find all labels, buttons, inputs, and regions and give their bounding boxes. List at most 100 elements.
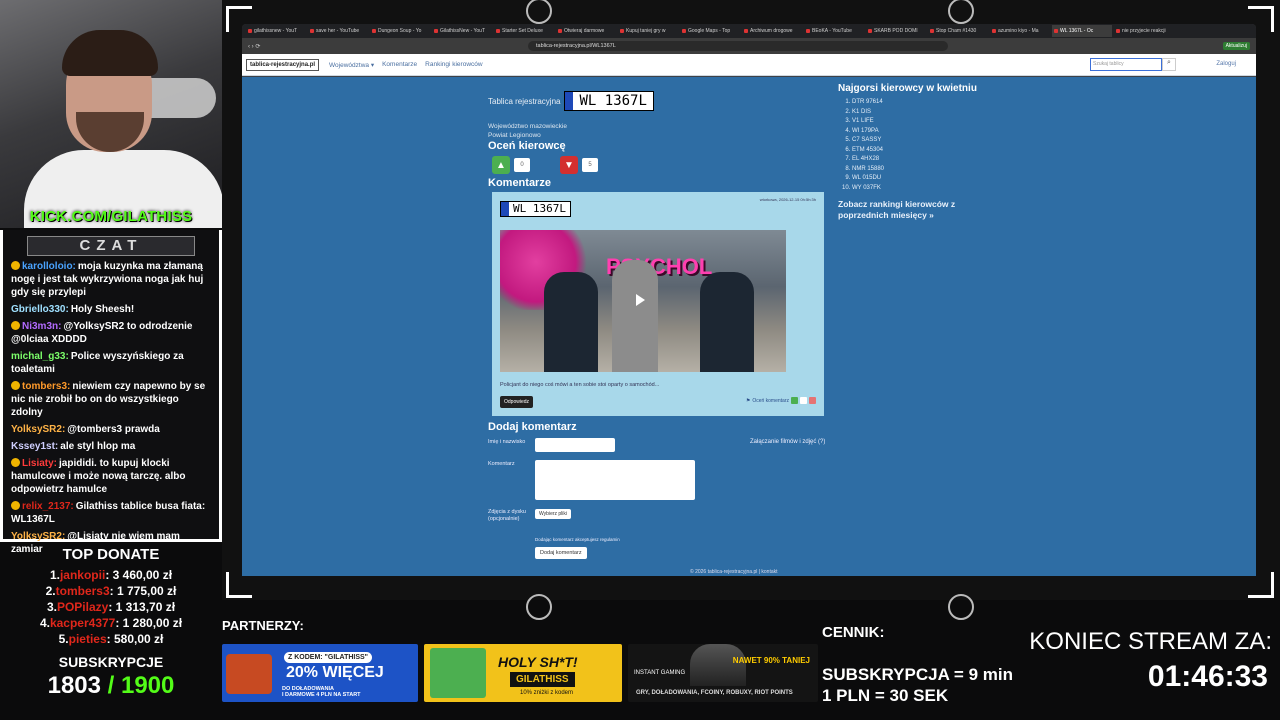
- browser-tab[interactable]: Otwieraj darmowe: [556, 25, 616, 37]
- site-navbar: tablica-rejestracyjna.pl Województwa ▾ K…: [242, 54, 1256, 76]
- ranking-item[interactable]: DTR 97614: [852, 98, 1008, 108]
- browser-tab[interactable]: Kupuj taniej gry w: [618, 25, 678, 37]
- ranking-sidebar: Najgorsi kierowcy w kwietniu DTR 97614K1…: [838, 83, 1008, 221]
- chat-message: YolksySR2: @tombers3 prawda: [11, 423, 213, 436]
- tab-strip: gilathissnew - YouT save her - YouTube Dun…: [242, 24, 1256, 38]
- thumbs-down-icon[interactable]: ▼: [560, 156, 578, 174]
- ad1-code: Z KODEM: "GILATHISS": [284, 652, 373, 663]
- nav-voivodeships[interactable]: Województwa ▾: [329, 61, 374, 69]
- ranking-item[interactable]: V1 LIFE: [852, 117, 1008, 127]
- browser-tab[interactable]: WL 1367L - Oc: [1052, 25, 1112, 37]
- login-link[interactable]: Zaloguj: [1216, 61, 1236, 67]
- browser-window: gilathissnew - YouT save her - YouTube Dun…: [242, 24, 1256, 576]
- donate-rank: 2.: [45, 584, 56, 598]
- chat-text: ale styl hlop ma: [60, 441, 136, 452]
- ranking-item[interactable]: ETM 45304: [852, 146, 1008, 156]
- donate-amount: : 3 460,00 zł: [105, 568, 173, 582]
- chat-message: Gbriello330: Holy Sheesh!: [11, 303, 213, 316]
- search-icon[interactable]: ⌕: [1162, 58, 1176, 71]
- browser-tab[interactable]: Archiwum drogowe: [742, 25, 802, 37]
- address-bar[interactable]: tablica-rejestracyjna.pl/WL1367L: [528, 41, 948, 51]
- attach-help-link[interactable]: Załączanie filmów i zdjęć (?): [750, 439, 825, 445]
- browser-tab[interactable]: Dungeon Soup - Yo: [370, 25, 430, 37]
- ranking-item[interactable]: WL 015DU: [852, 174, 1008, 184]
- ranking-title: Najgorsi kierowcy w kwietniu: [838, 83, 977, 94]
- ranking-item[interactable]: NMR 15880: [852, 165, 1008, 175]
- donate-entry: 3.POPilazy: 1 313,70 zł: [0, 599, 222, 615]
- comment-date: wtorkowa, 2026-12-15 0h:5h:3h: [759, 197, 816, 202]
- ad1-small: I DARMOWE 4 PLN NA START: [282, 692, 361, 698]
- product-box-icon: [430, 648, 486, 698]
- browser-tab[interactable]: Stop Cham #1430: [928, 25, 988, 37]
- submit-comment-button[interactable]: Dodaj komentarz: [535, 547, 587, 559]
- ranking-item[interactable]: C7 SASSY: [852, 136, 1008, 146]
- browser-tab[interactable]: Google Maps - Top: [680, 25, 740, 37]
- ad3-brand: INSTANT GAMING: [634, 670, 686, 676]
- donate-amount: : 1 280,00 zł: [115, 616, 183, 630]
- subs-panel: SUBSKRYPCJE 1803 / 1900: [0, 654, 222, 700]
- ad1-line: DO DOŁADOWANIA I DARMOWE 4 PLN NA START: [282, 686, 361, 698]
- donate-entry: 5.pieties: 580,00 zł: [0, 631, 222, 647]
- donate-name: POPilazy: [56, 600, 109, 614]
- ad1-headline: 20% WIĘCEJ: [286, 664, 384, 681]
- browser-tab[interactable]: SKARB POD DOMI: [866, 25, 926, 37]
- search-input[interactable]: Szukaj tablicy: [1090, 58, 1162, 71]
- nav-buttons[interactable]: ‹ › ⟳: [248, 43, 278, 50]
- browser-tab[interactable]: BEoKA - YouTube: [804, 25, 864, 37]
- countdown-label: KONIEC STREAM ZA:: [1029, 628, 1272, 655]
- name-input[interactable]: [535, 438, 615, 452]
- ad2-small: 10% zniżki z kodem: [520, 690, 574, 696]
- browser-tab[interactable]: GilathissNew - YouT: [432, 25, 492, 37]
- ad-instant-gaming[interactable]: INSTANT GAMING NAWET 90% TANIEJ GRY, DOŁ…: [628, 644, 818, 702]
- license-plate: WL 1367L: [564, 91, 654, 111]
- video-embed[interactable]: PSYCHOL: [500, 230, 786, 372]
- knight-art: [690, 644, 746, 686]
- site-brand[interactable]: tablica-rejestracyjna.pl: [246, 58, 320, 71]
- rate-comment: ⚑ Oceń komentarz: [746, 397, 816, 404]
- chat-username: Gbriello330:: [11, 304, 69, 315]
- ranking-item[interactable]: K1 DIS: [852, 108, 1008, 118]
- account-button[interactable]: Aktualizuj: [1222, 42, 1250, 50]
- likes-count: 0: [514, 158, 530, 172]
- chat-username: tombers3:: [22, 381, 71, 392]
- chat-text: @tombers3 prawda: [67, 424, 160, 435]
- browser-tab[interactable]: Starter Set Deluxe: [494, 25, 554, 37]
- play-icon[interactable]: [636, 294, 645, 306]
- badge-icon: [11, 458, 20, 467]
- chat-username: michal_g33:: [11, 351, 69, 362]
- chat-username: karolloloio:: [22, 261, 76, 272]
- plate-number: WL 1367L: [579, 93, 647, 109]
- ranking-item[interactable]: WY 037FK: [852, 184, 1008, 194]
- ranking-item[interactable]: EL 4HX28: [852, 155, 1008, 165]
- comment-down-icon[interactable]: [809, 397, 816, 404]
- thumbs-up-icon[interactable]: ▲: [492, 156, 510, 174]
- reply-button[interactable]: Odpowiedz: [500, 396, 534, 408]
- more-rankings-link[interactable]: Zobacz rankingi kierowców z poprzednich …: [838, 199, 1008, 221]
- donate-entry: 1.jankopii: 3 460,00 zł: [0, 567, 222, 583]
- browser-tab[interactable]: nie przyjecie reakcji: [1114, 25, 1174, 37]
- subs-counter: 1803 / 1900: [0, 672, 222, 700]
- ad-holysht[interactable]: HOLY SH*T! GILATHISS 10% zniżki z kodem: [424, 644, 622, 702]
- ad2-headline: HOLY SH*T!: [498, 654, 578, 670]
- nav-comments[interactable]: Komentarze: [382, 61, 417, 68]
- police-officer: [700, 272, 754, 372]
- browser-tab[interactable]: azumino kiyo - Ma: [990, 25, 1050, 37]
- browser-tab[interactable]: save her - YouTube: [308, 25, 368, 37]
- price-sub: SUBSKRYPCJA = 9 min: [822, 665, 1013, 684]
- price-pln: 1 PLN = 30 SEK: [822, 686, 949, 705]
- browser-tab[interactable]: gilathissnew - YouT: [246, 25, 306, 37]
- comment-label: Komentarz: [488, 461, 515, 467]
- donate-rank: 4.: [39, 616, 50, 630]
- ranking-item[interactable]: WI 179PA: [852, 127, 1008, 137]
- overlay-logo-icon: [948, 594, 974, 620]
- flag-icon[interactable]: ⚑: [746, 398, 750, 404]
- nav-rankings[interactable]: Rankingi kierowców: [425, 61, 482, 68]
- channel-banner: KICK.COM/GILATHISS: [29, 208, 193, 225]
- chat-list: karolloloio: moja kuzynka ma złamaną nogę…: [3, 256, 219, 556]
- site-content: Tablica rejestracyjna WL 1367L Województ…: [242, 77, 1256, 576]
- ad-casehug[interactable]: Z KODEM: "GILATHISS" 20% WIĘCEJ DO DOŁAD…: [222, 644, 418, 702]
- comment-up-icon[interactable]: [791, 397, 798, 404]
- donate-name: pieties: [68, 632, 107, 646]
- comment-textarea[interactable]: [535, 460, 695, 500]
- choose-files-button[interactable]: Wybierz pliki: [535, 509, 572, 519]
